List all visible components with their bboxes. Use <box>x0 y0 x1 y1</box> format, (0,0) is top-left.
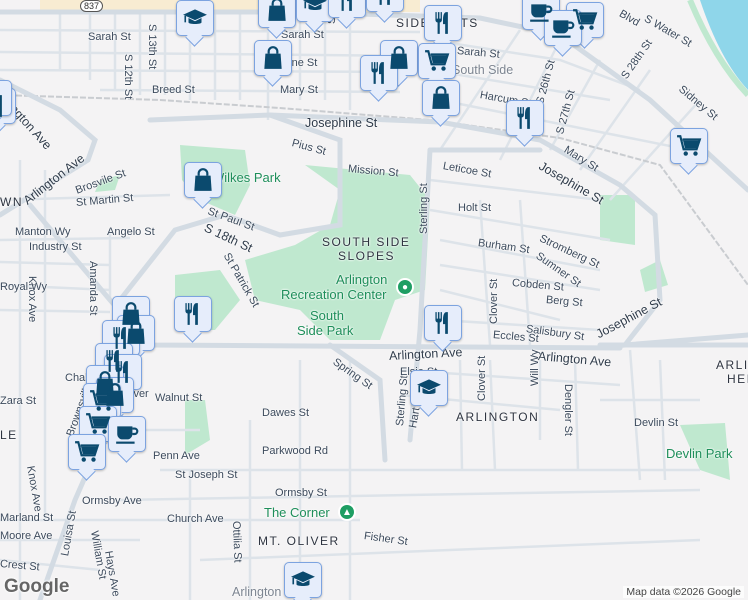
street-label: Devlin St <box>634 417 679 429</box>
fork-knife-icon <box>430 10 456 36</box>
street-label: Angelo St <box>107 226 155 238</box>
street-label: Will Wy <box>529 349 541 386</box>
graduation-cap-icon <box>182 5 208 31</box>
district-label: LE <box>0 428 18 442</box>
district-label: SOUTH SIDE <box>322 235 411 249</box>
grocery-marker[interactable] <box>670 128 708 164</box>
street-label: Church Ave <box>167 513 224 525</box>
poi-label[interactable]: South Side <box>452 63 513 77</box>
fork-knife-icon <box>180 301 206 327</box>
fork-knife-icon <box>512 105 538 131</box>
poi-label[interactable]: Arlington <box>232 585 281 599</box>
map-canvas[interactable]: 837 SIDE FLATS SOUTH SIDE SLOPES ARLINGT… <box>0 0 748 600</box>
street-label: Marland St <box>0 512 54 524</box>
street-label: Ormsby Ave <box>82 495 142 507</box>
shopping-bag-icon <box>264 0 290 23</box>
street-label: St Joseph St <box>175 469 238 481</box>
grocery-marker[interactable] <box>418 43 456 79</box>
street-label: Breed St <box>152 84 195 96</box>
street-label: Industry St <box>29 241 82 253</box>
restaurant-marker[interactable] <box>366 0 404 12</box>
street-label: Walnut St <box>155 392 203 404</box>
cafe-marker[interactable] <box>108 416 146 452</box>
shopping-cart-icon <box>85 411 111 437</box>
park-label[interactable]: Arlington <box>336 272 387 287</box>
graduation-cap-icon <box>416 375 442 401</box>
google-logo: Google <box>4 576 70 597</box>
street-label: Clover St <box>476 355 488 401</box>
street-label: Dawes St <box>262 407 310 419</box>
street-label: Penn Ave <box>153 450 200 462</box>
shopping-marker[interactable] <box>258 0 296 28</box>
grocery-marker[interactable] <box>68 434 106 470</box>
park-label[interactable]: Devlin Park <box>666 446 732 461</box>
graduation-cap-icon <box>302 0 328 17</box>
district-label: SLOPES <box>338 249 396 263</box>
recreation-center-pin-icon[interactable]: ● <box>396 278 414 296</box>
shopping-cart-icon <box>424 48 450 74</box>
shopping-cart-icon <box>74 439 100 465</box>
coffee-cup-icon <box>114 421 140 447</box>
shopping-bag-icon <box>260 45 286 71</box>
fork-knife-icon <box>334 0 360 13</box>
shopping-cart-icon <box>676 133 702 159</box>
coffee-cup-icon <box>550 15 576 41</box>
shopping-bag-icon <box>190 167 216 193</box>
district-label: WN <box>0 195 23 209</box>
street-label: Ormsby St <box>275 487 327 499</box>
street-label: Dengler St <box>562 384 574 436</box>
street-label: Manton Wy <box>15 226 71 238</box>
fork-knife-icon <box>430 310 456 336</box>
restaurant-marker[interactable] <box>424 305 462 341</box>
park-label[interactable]: South <box>310 308 344 323</box>
street-label: Parkwood Rd <box>262 445 329 457</box>
street-label: S 12th St <box>122 54 134 100</box>
map-attribution[interactable]: Map data ©2026 Google <box>623 586 744 598</box>
fork-knife-icon <box>372 0 398 7</box>
restaurant-marker[interactable] <box>424 5 462 41</box>
street-label: Josephine St <box>305 116 378 130</box>
street-label: Moore Ave <box>0 530 53 542</box>
shopping-bag-icon <box>428 85 454 111</box>
fork-knife-icon <box>366 60 392 86</box>
street-label: Sarah St <box>88 31 131 43</box>
district-label: MT. OLIVER <box>258 534 340 548</box>
school-marker[interactable] <box>410 370 448 406</box>
school-marker[interactable] <box>284 562 322 598</box>
district-label: ARLINGTON <box>456 410 540 424</box>
district-label: ARLI <box>716 358 748 372</box>
route-837-shield: 837 <box>80 0 104 12</box>
street-label: Amanda St <box>87 261 99 316</box>
street-label: Ottilia St <box>230 520 244 563</box>
fork-knife-icon <box>0 85 6 111</box>
school-marker[interactable] <box>176 0 214 36</box>
street-label: Royal Wy <box>0 281 47 293</box>
street-label: Mary St <box>280 84 318 96</box>
restaurant-marker[interactable] <box>506 100 544 136</box>
park-label[interactable]: Wilkes Park <box>212 170 281 185</box>
park-label[interactable]: The Corner <box>264 505 330 520</box>
street-label: Holt St <box>458 202 492 214</box>
street-label: Clover St <box>488 278 500 324</box>
shopping-marker[interactable] <box>184 162 222 198</box>
street-label: Sterling St <box>418 183 430 234</box>
restaurant-marker[interactable] <box>328 0 366 18</box>
park-label[interactable]: Side Park <box>297 323 353 338</box>
street-label: Zara St <box>0 395 37 407</box>
graduation-cap-icon <box>290 567 316 593</box>
restaurant-marker[interactable] <box>174 296 212 332</box>
shopping-marker[interactable] <box>422 80 460 116</box>
shopping-marker[interactable] <box>254 40 292 76</box>
tree-pin-icon[interactable]: ▲ <box>338 503 356 521</box>
district-label: HEI <box>727 372 748 386</box>
park-label[interactable]: Recreation Center <box>281 287 387 302</box>
street-label: S 13th St <box>146 24 158 70</box>
